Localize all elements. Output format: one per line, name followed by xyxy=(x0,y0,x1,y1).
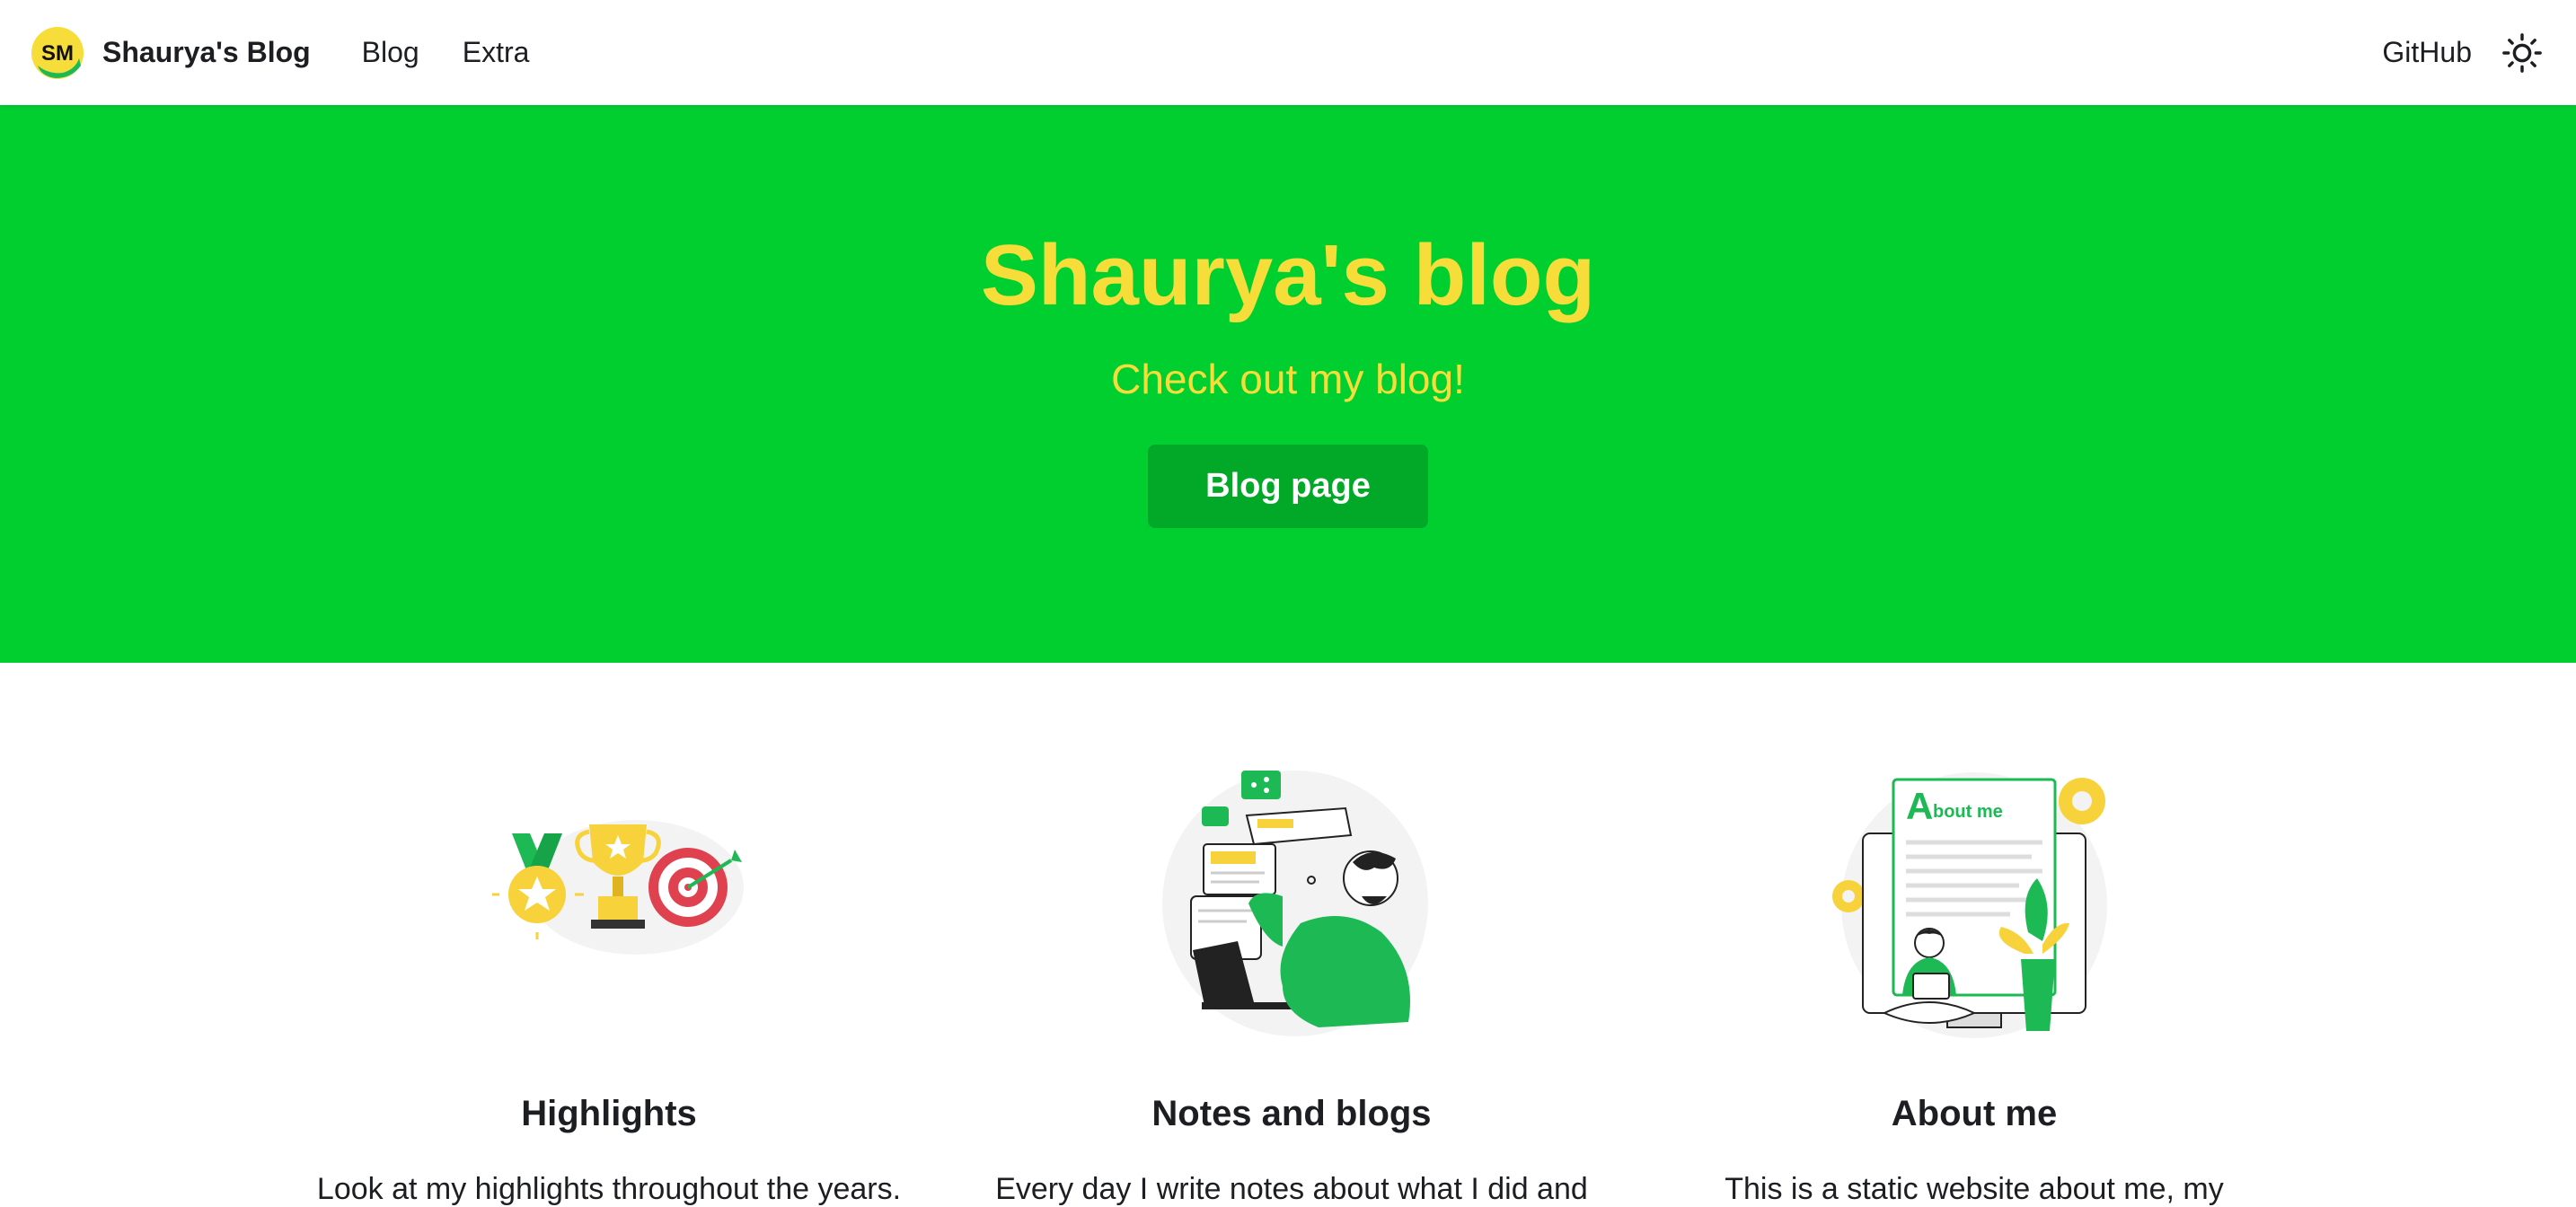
svg-text:bout me: bout me xyxy=(1933,802,2003,822)
brand-title: Shaurya's Blog xyxy=(102,36,311,68)
feature-title: Highlights xyxy=(521,1094,697,1133)
brand-link[interactable]: SM Shaurya's Blog xyxy=(31,26,311,80)
hero-title: Shaurya's blog xyxy=(980,227,1596,323)
person-with-notes-illustration xyxy=(1162,771,1428,1036)
trophy-medal-target-illustration xyxy=(492,820,744,955)
svg-text:A: A xyxy=(1906,785,1933,827)
feature-title: Notes and blogs xyxy=(1151,1094,1432,1133)
theme-toggle-button[interactable] xyxy=(2495,26,2549,80)
logo: SM xyxy=(31,26,84,79)
hero-subtitle: Check out my blog! xyxy=(1111,356,1465,402)
hero-banner: Shaurya's blog Check out my blog! Blog p… xyxy=(0,105,2576,663)
nav-link-extra[interactable]: Extra xyxy=(463,36,530,69)
navbar: SM Shaurya's Blog Blog Extra GitHub xyxy=(0,0,2576,105)
feature-description: This is a static website about me, my xyxy=(1725,1172,2224,1206)
about-me-document-illustration: A bout me xyxy=(1832,772,2107,1038)
feature-description: Every day I write notes about what I did… xyxy=(995,1172,1588,1206)
feature-highlights: Highlights Look at my highlights through… xyxy=(286,663,932,1207)
blog-page-button[interactable]: Blog page xyxy=(1148,445,1428,528)
nav-link-github[interactable]: GitHub xyxy=(2382,36,2472,69)
svg-text:SM: SM xyxy=(41,41,74,66)
sun-icon xyxy=(2502,32,2542,73)
feature-description: Look at my highlights throughout the yea… xyxy=(316,1172,902,1206)
nav-link-blog[interactable]: Blog xyxy=(362,36,419,69)
feature-about-me: A bout me About me This is a static webs… xyxy=(1651,663,2298,1207)
features-section: Highlights Look at my highlights through… xyxy=(0,663,2576,1206)
feature-notes-blogs: Notes and blogs Every day I write notes … xyxy=(968,663,1615,1207)
feature-title: About me xyxy=(1891,1094,2058,1133)
